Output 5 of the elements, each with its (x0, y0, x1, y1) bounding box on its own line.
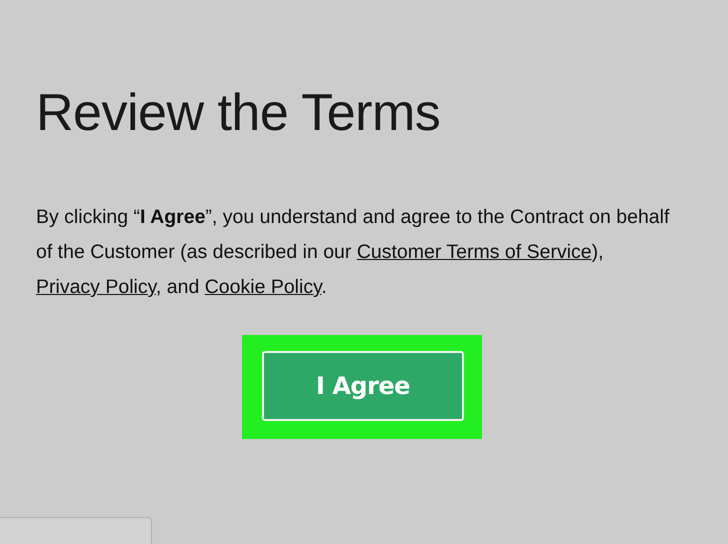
terms-link[interactable]: Cookie Policy (204, 276, 322, 298)
page-title: Review the Terms (35, 83, 442, 144)
terms-paragraph: By clicking “I Agree”, you understand and agree to the Contract on behalf of the Customer (as described in our Customer Terms of Service), Privacy Policy, and Cookie Policy. (36, 205, 670, 300)
terms-link[interactable]: Privacy Policy (36, 276, 156, 298)
terms-link[interactable]: Customer Terms of Service (356, 241, 592, 263)
